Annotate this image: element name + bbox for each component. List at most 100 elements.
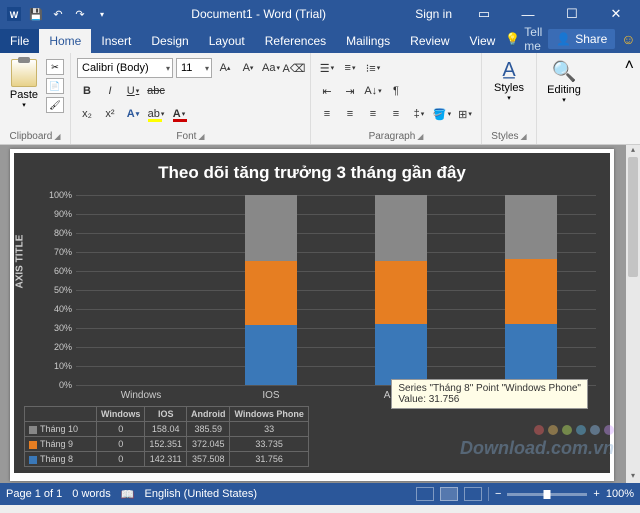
share-icon: 👤	[556, 32, 571, 46]
minimize-icon[interactable]: —	[508, 0, 548, 28]
italic-button[interactable]: I	[100, 81, 120, 101]
line-spacing-button[interactable]: ‡	[409, 104, 429, 124]
bullets-button[interactable]: ☰	[317, 58, 337, 78]
group-paragraph: ☰ ≡ ⁝≡ ⇤ ⇥ A↓ ¶ ≡ ≡ ≡ ≡ ‡ 🪣 ⊞	[311, 53, 482, 144]
zoom-in-button[interactable]: +	[593, 488, 599, 500]
chart-tooltip: Series "Tháng 8" Point "Windows Phone" V…	[391, 379, 588, 409]
sort-button[interactable]: A↓	[363, 81, 383, 101]
highlight-button[interactable]: ab	[146, 104, 166, 124]
scroll-down-icon[interactable]: ▾	[626, 471, 640, 483]
shrink-font-button[interactable]: A▾	[238, 58, 258, 78]
ribbon-display-icon[interactable]: ▭	[464, 0, 504, 28]
zoom-slider[interactable]	[507, 493, 587, 496]
statusbar: Page 1 of 1 0 words 📖 English (United St…	[0, 483, 640, 505]
numbering-button[interactable]: ≡	[340, 58, 360, 78]
redo-icon[interactable]: ↷	[72, 6, 88, 22]
tab-design[interactable]: Design	[141, 29, 198, 53]
web-layout-button[interactable]	[464, 487, 482, 501]
maximize-icon[interactable]: ☐	[552, 0, 592, 28]
group-label-styles: Styles	[491, 131, 518, 142]
vertical-scrollbar[interactable]: ▴ ▾	[626, 145, 640, 483]
superscript-button[interactable]: x²	[100, 104, 120, 124]
clear-format-button[interactable]: A⌫	[284, 58, 304, 78]
styles-launcher-icon[interactable]: ◢	[521, 132, 527, 141]
tab-file[interactable]: File	[0, 29, 39, 53]
print-layout-button[interactable]	[440, 487, 458, 501]
clipboard-launcher-icon[interactable]: ◢	[54, 132, 60, 141]
tab-references[interactable]: References	[255, 29, 336, 53]
tab-home[interactable]: Home	[39, 29, 91, 53]
group-styles: A̲ Styles ▾ Styles◢	[482, 53, 537, 144]
font-color-button[interactable]: A	[169, 104, 189, 124]
show-marks-button[interactable]: ¶	[386, 81, 406, 101]
copy-button[interactable]: 📄	[46, 78, 64, 94]
editing-button[interactable]: 🔍 Editing ▾	[543, 55, 585, 130]
tab-mailings[interactable]: Mailings	[336, 29, 400, 53]
page[interactable]: Theo dõi tăng trưởng 3 tháng gần đây AXI…	[10, 149, 614, 481]
undo-icon[interactable]: ↶	[50, 6, 66, 22]
multilevel-button[interactable]: ⁝≡	[363, 58, 383, 78]
read-mode-button[interactable]	[416, 487, 434, 501]
font-size-combo[interactable]: 11	[176, 58, 212, 78]
group-editing: 🔍 Editing ▾	[537, 53, 591, 144]
language-indicator[interactable]: English (United States)	[145, 488, 258, 500]
save-icon[interactable]: 💾	[28, 6, 44, 22]
zoom-out-button[interactable]: −	[495, 488, 501, 500]
scroll-up-icon[interactable]: ▴	[626, 145, 640, 157]
ribbon-tabs: File Home Insert Design Layout Reference…	[0, 28, 640, 53]
word-count[interactable]: 0 words	[72, 488, 111, 500]
tab-view[interactable]: View	[460, 29, 506, 53]
collapse-ribbon-icon[interactable]: ˄	[619, 53, 640, 144]
styles-icon: A̲	[502, 59, 515, 82]
font-launcher-icon[interactable]: ◢	[198, 132, 204, 141]
document-area: Theo dõi tăng trưởng 3 tháng gần đây AXI…	[0, 145, 640, 483]
styles-button[interactable]: A̲ Styles ▾	[488, 55, 530, 130]
increase-indent-button[interactable]: ⇥	[340, 81, 360, 101]
smiley-icon[interactable]: ☺	[621, 31, 635, 47]
axis-title: AXIS TITLE	[15, 235, 26, 289]
zoom-value[interactable]: 100%	[606, 488, 634, 500]
lightbulb-icon: 💡	[505, 32, 520, 46]
share-button[interactable]: 👤Share	[548, 29, 615, 49]
chart-plot: 0%10%20%30%40%50%60%70%80%90%100%Windows…	[76, 195, 596, 385]
spell-check-icon[interactable]: 📖	[121, 488, 135, 501]
justify-button[interactable]: ≡	[386, 104, 406, 124]
scroll-thumb[interactable]	[628, 157, 638, 277]
chart-object[interactable]: Theo dõi tăng trưởng 3 tháng gần đây AXI…	[14, 153, 610, 473]
tell-me[interactable]: 💡Tell me	[505, 25, 542, 53]
paste-icon	[11, 59, 37, 87]
word-app-icon: W	[6, 6, 22, 22]
paragraph-launcher-icon[interactable]: ◢	[417, 132, 423, 141]
align-right-button[interactable]: ≡	[363, 104, 383, 124]
group-font: Calibri (Body) 11 A▴ A▾ Aa A⌫ B I U abc …	[71, 53, 311, 144]
signin-link[interactable]: Sign in	[407, 7, 460, 21]
tab-insert[interactable]: Insert	[91, 29, 141, 53]
tab-review[interactable]: Review	[400, 29, 459, 53]
change-case-button[interactable]: Aa	[261, 58, 281, 78]
bold-button[interactable]: B	[77, 81, 97, 101]
subscript-button[interactable]: x₂	[77, 104, 97, 124]
shading-button[interactable]: 🪣	[432, 104, 452, 124]
window-title: Document1 - Word (Trial)	[110, 7, 407, 21]
paste-button[interactable]: Paste ▾	[6, 55, 42, 130]
format-painter-button[interactable]: 🖌	[46, 97, 64, 113]
text-effects-button[interactable]: A	[123, 104, 143, 124]
watermark-dots	[534, 425, 614, 435]
page-indicator[interactable]: Page 1 of 1	[6, 488, 62, 500]
qat-dropdown-icon[interactable]: ▾	[94, 6, 110, 22]
tab-layout[interactable]: Layout	[199, 29, 255, 53]
align-left-button[interactable]: ≡	[317, 104, 337, 124]
decrease-indent-button[interactable]: ⇤	[317, 81, 337, 101]
chart-data-table: WindowsIOSAndroidWindows PhoneTháng 1001…	[24, 406, 309, 467]
strike-button[interactable]: abc	[146, 81, 166, 101]
close-icon[interactable]: ✕	[596, 0, 636, 28]
align-center-button[interactable]: ≡	[340, 104, 360, 124]
chart-title: Theo dõi tăng trưởng 3 tháng gần đây	[14, 153, 610, 189]
underline-button[interactable]: U	[123, 81, 143, 101]
font-name-combo[interactable]: Calibri (Body)	[77, 58, 173, 78]
borders-button[interactable]: ⊞	[455, 104, 475, 124]
group-label-clipboard: Clipboard	[10, 131, 53, 142]
grow-font-button[interactable]: A▴	[215, 58, 235, 78]
titlebar: W 💾 ↶ ↷ ▾ Document1 - Word (Trial) Sign …	[0, 0, 640, 28]
cut-button[interactable]: ✂	[46, 59, 64, 75]
